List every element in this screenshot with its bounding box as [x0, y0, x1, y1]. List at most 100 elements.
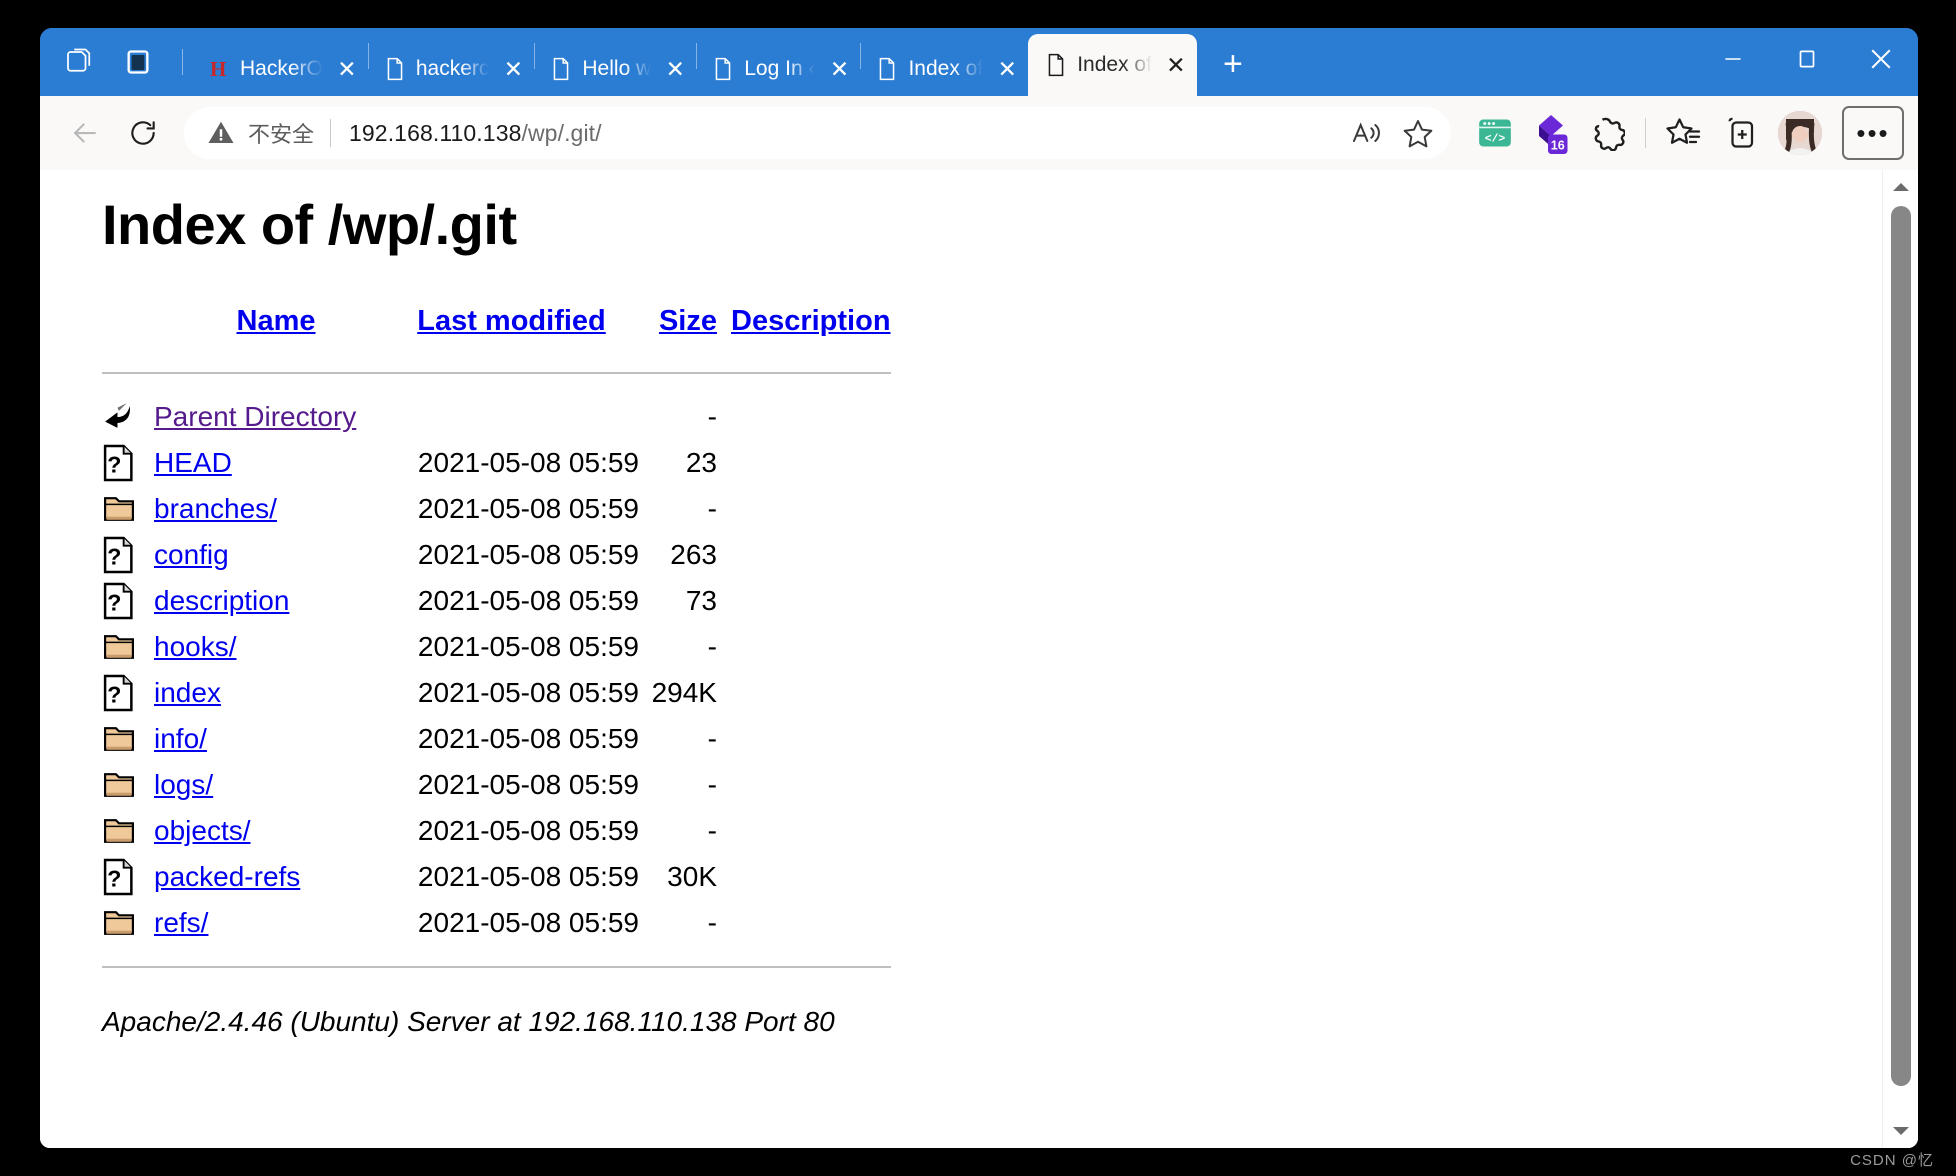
row-date-cell: 2021-05-08 05:59 — [417, 539, 639, 570]
file-link[interactable]: logs/ — [154, 769, 213, 800]
row-date-cell: 2021-05-08 05:59 — [417, 769, 639, 800]
site-security-indicator[interactable]: 不安全 — [206, 117, 314, 149]
new-tab-button[interactable]: + — [1207, 38, 1259, 90]
sort-by-name-link[interactable]: Name — [237, 305, 316, 337]
table-row[interactable]: ? packed-refs 2021-05-08 05:59 30K — [102, 854, 891, 900]
row-size-cell: - — [707, 769, 717, 800]
sort-by-description-link[interactable]: Description — [731, 305, 891, 337]
table-row[interactable]: ? config 2021-05-08 05:59 263 — [102, 532, 891, 578]
back-button[interactable] — [58, 106, 112, 160]
row-name-cell[interactable]: logs/ — [154, 762, 384, 808]
scroll-up-arrow-icon[interactable] — [1883, 172, 1918, 202]
row-name-cell[interactable]: description — [154, 578, 384, 624]
table-row[interactable]: ? description 2021-05-08 05:59 73 — [102, 578, 891, 624]
footer-rule-cell — [102, 946, 891, 988]
file-link[interactable]: refs/ — [154, 907, 208, 938]
file-link[interactable]: description — [154, 585, 289, 616]
tab-index-of-wp-git-active[interactable]: Index of ✕ — [1028, 34, 1197, 96]
add-device-icon[interactable] — [1714, 106, 1766, 160]
tab-log-in[interactable]: Log In ‹ ✕ — [697, 42, 860, 96]
settings-and-more-button[interactable]: ••• — [1842, 106, 1904, 160]
scroll-down-arrow-icon[interactable] — [1883, 1116, 1918, 1146]
table-row[interactable]: Parent Directory - — [102, 394, 891, 440]
address-bar[interactable]: 不安全 192.168.110.138/wp/.git/ — [184, 107, 1451, 159]
table-row[interactable]: branches/ 2021-05-08 05:59 - — [102, 486, 891, 532]
row-name-cell[interactable]: info/ — [154, 716, 384, 762]
code-extension-icon[interactable]: </> — [1469, 106, 1521, 160]
file-link[interactable]: info/ — [154, 723, 207, 754]
file-link[interactable]: HEAD — [154, 447, 232, 478]
browser-essentials-icon[interactable] — [1581, 106, 1633, 160]
close-tab-icon[interactable]: ✕ — [824, 54, 854, 84]
footer-divider — [102, 966, 891, 968]
tab-actions-icon[interactable] — [118, 42, 158, 82]
apache-directory-listing: Index of /wp/.git Name Last modified Siz… — [40, 170, 1882, 1148]
header-description[interactable]: Description — [717, 305, 891, 352]
favorite-star-icon[interactable] — [1393, 108, 1443, 158]
tab-hackerone-programs[interactable]: hackerc ✕ — [369, 42, 535, 96]
puzzle-extension-icon[interactable]: 16 — [1525, 106, 1577, 160]
directory-table: Name Last modified Size Description Pare… — [102, 305, 891, 988]
row-name-cell[interactable]: Parent Directory — [154, 394, 384, 440]
scrollbar-thumb[interactable] — [1891, 206, 1911, 1086]
sort-by-date-link[interactable]: Last modified — [417, 305, 606, 337]
file-link[interactable]: Parent Directory — [154, 401, 356, 432]
tab-hackerone[interactable]: H HackerO ✕ — [193, 42, 368, 96]
row-date-cell — [384, 394, 639, 440]
table-row[interactable]: objects/ 2021-05-08 05:59 - — [102, 808, 891, 854]
workspaces-icon[interactable] — [58, 42, 98, 82]
row-name-cell[interactable]: packed-refs — [154, 854, 384, 900]
file-link[interactable]: hooks/ — [154, 631, 237, 662]
row-icon-cell: ? — [102, 440, 154, 486]
close-tab-icon[interactable]: ✕ — [332, 54, 362, 84]
file-link[interactable]: branches/ — [154, 493, 277, 524]
table-row[interactable]: hooks/ 2021-05-08 05:59 - — [102, 624, 891, 670]
file-link[interactable]: objects/ — [154, 815, 251, 846]
close-tab-icon[interactable]: ✕ — [498, 54, 528, 84]
csdn-watermark: CSDN @忆 — [1850, 1152, 1934, 1169]
row-name-cell[interactable]: HEAD — [154, 440, 384, 486]
minimize-button[interactable] — [1696, 28, 1770, 90]
close-tab-icon[interactable]: ✕ — [1161, 50, 1191, 80]
page-icon — [383, 56, 407, 82]
table-row[interactable]: info/ 2021-05-08 05:59 - — [102, 716, 891, 762]
table-row[interactable]: ? index 2021-05-08 05:59 294K — [102, 670, 891, 716]
table-row[interactable]: refs/ 2021-05-08 05:59 - — [102, 900, 891, 946]
row-desc-cell — [717, 578, 891, 624]
tab-index-of-wp[interactable]: Index of ✕ — [861, 42, 1028, 96]
table-row[interactable]: ? HEAD 2021-05-08 05:59 23 — [102, 440, 891, 486]
maximize-button[interactable] — [1770, 28, 1844, 90]
read-aloud-icon[interactable] — [1341, 108, 1391, 158]
file-link[interactable]: config — [154, 539, 229, 570]
header-name[interactable]: Name — [154, 305, 384, 352]
avatar[interactable] — [1778, 111, 1822, 155]
close-tab-icon[interactable]: ✕ — [992, 54, 1022, 84]
close-tab-icon[interactable]: ✕ — [660, 54, 690, 84]
url-text[interactable]: 192.168.110.138/wp/.git/ — [349, 120, 1341, 147]
row-desc-cell — [717, 670, 891, 716]
close-button[interactable] — [1844, 28, 1918, 90]
row-name-cell[interactable]: hooks/ — [154, 624, 384, 670]
collections-icon[interactable] — [1658, 106, 1710, 160]
row-name-cell[interactable]: refs/ — [154, 900, 384, 946]
row-name-cell[interactable]: config — [154, 532, 384, 578]
row-date-cell: 2021-05-08 05:59 — [417, 631, 639, 662]
table-row[interactable]: logs/ 2021-05-08 05:59 - — [102, 762, 891, 808]
row-name-cell[interactable]: objects/ — [154, 808, 384, 854]
header-size[interactable]: Size — [639, 305, 717, 352]
file-link[interactable]: index — [154, 677, 221, 708]
header-last-modified[interactable]: Last modified — [384, 305, 639, 352]
file-link[interactable]: packed-refs — [154, 861, 300, 892]
row-name-cell[interactable]: branches/ — [154, 486, 384, 532]
tab-hello-world[interactable]: Hello w ✕ — [535, 42, 696, 96]
header-rule-cell — [102, 352, 891, 394]
refresh-button[interactable] — [116, 106, 170, 160]
sort-by-size-link[interactable]: Size — [659, 305, 717, 337]
omnibox-actions — [1341, 108, 1443, 158]
url-host: 192.168.110.138 — [349, 119, 522, 146]
url-path: /wp/.git/ — [521, 119, 602, 146]
vertical-scrollbar[interactable] — [1882, 170, 1918, 1148]
row-name-cell[interactable]: index — [154, 670, 384, 716]
title-bar: H HackerO ✕ hackerc ✕ Hello w ✕ Log In ‹… — [40, 28, 1918, 96]
row-icon-cell — [102, 762, 154, 808]
